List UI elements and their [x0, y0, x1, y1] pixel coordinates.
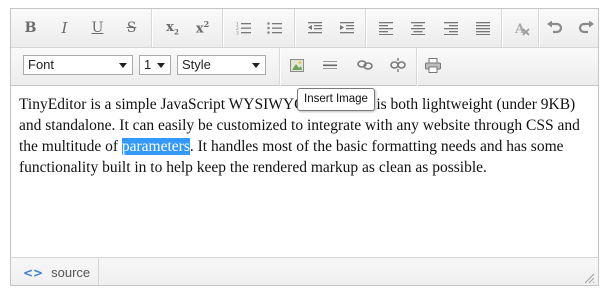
align-left-icon	[378, 21, 393, 35]
code-icon: <>	[23, 265, 44, 280]
unlink-button[interactable]	[384, 51, 411, 79]
justify-button[interactable]	[469, 14, 496, 42]
font-select-value: Font	[28, 57, 55, 72]
print-icon	[424, 57, 441, 73]
insert-link-button[interactable]	[351, 51, 378, 79]
superscript-button[interactable]: x2	[189, 14, 216, 42]
image-icon	[289, 58, 304, 72]
link-icon	[356, 60, 373, 70]
size-select[interactable]: 1	[139, 55, 171, 75]
align-center-button[interactable]	[404, 14, 431, 42]
superscript-icon: x2	[195, 19, 210, 37]
bold-button[interactable]: B	[17, 14, 44, 42]
chevron-down-icon	[252, 63, 260, 68]
toolbar-row-formatting: B I U S x2 x2 1 2 3 A	[11, 9, 598, 48]
ordered-list-icon: 1 2 3	[236, 22, 251, 36]
remove-format-icon: A	[514, 22, 530, 36]
strikethrough-button[interactable]: S	[118, 14, 145, 42]
subscript-button[interactable]: x2	[159, 14, 186, 42]
chevron-down-icon	[119, 63, 127, 68]
align-center-icon	[410, 21, 425, 35]
font-select[interactable]: Font	[23, 55, 133, 75]
redo-button[interactable]	[572, 14, 598, 42]
indent-icon	[339, 22, 354, 34]
selected-text: parameters	[121, 138, 190, 155]
undo-icon	[546, 21, 562, 34]
toolbar-separator	[294, 9, 295, 47]
toolbar-separator	[222, 9, 223, 47]
outdent-button[interactable]	[301, 14, 328, 42]
unordered-list-button[interactable]	[261, 14, 288, 42]
editor-footer: <> source	[11, 257, 598, 285]
insert-image-tooltip: Insert Image	[297, 88, 375, 111]
style-select[interactable]: Style	[177, 55, 266, 75]
indent-button[interactable]	[333, 14, 360, 42]
toolbar-row-insert: Font 1 Style	[11, 48, 598, 86]
print-button[interactable]	[419, 51, 446, 79]
tinyeditor: B I U S x2 x2 1 2 3 A Font 1 Style TinyE…	[10, 8, 599, 286]
justify-icon	[475, 21, 490, 35]
underline-button[interactable]: U	[84, 14, 111, 42]
resize-handle-icon[interactable]	[583, 272, 595, 284]
strikethrough-icon: S	[126, 20, 137, 36]
chevron-down-icon	[157, 63, 165, 68]
source-label: source	[51, 265, 91, 280]
size-select-value: 1	[144, 57, 152, 72]
horizontal-rule-icon	[322, 61, 337, 69]
source-toggle-button[interactable]: <> source	[11, 258, 99, 285]
align-right-button[interactable]	[437, 14, 464, 42]
style-select-value: Style	[182, 57, 211, 72]
unlink-icon	[389, 58, 406, 72]
toolbar-separator	[501, 9, 502, 47]
bold-icon: B	[24, 20, 37, 36]
toolbar-separator	[279, 48, 280, 86]
toolbar-separator	[151, 9, 152, 47]
align-right-icon	[443, 21, 458, 35]
horizontal-rule-button[interactable]	[316, 51, 343, 79]
undo-button[interactable]	[541, 14, 568, 42]
redo-icon	[578, 21, 594, 34]
ordered-list-button[interactable]: 1 2 3	[230, 14, 257, 42]
italic-button[interactable]: I	[51, 14, 78, 42]
outdent-icon	[307, 22, 322, 34]
toolbar-separator	[416, 48, 417, 86]
italic-icon: I	[61, 19, 68, 37]
subscript-icon: x2	[166, 19, 179, 37]
toolbar-separator	[538, 9, 539, 47]
underline-icon: U	[91, 20, 104, 36]
svg-text:3: 3	[236, 31, 239, 36]
insert-image-button[interactable]	[283, 51, 310, 79]
toolbar-separator	[365, 9, 366, 47]
align-left-button[interactable]	[372, 14, 399, 42]
remove-format-button[interactable]: A	[508, 14, 535, 42]
unordered-list-icon	[266, 22, 282, 34]
